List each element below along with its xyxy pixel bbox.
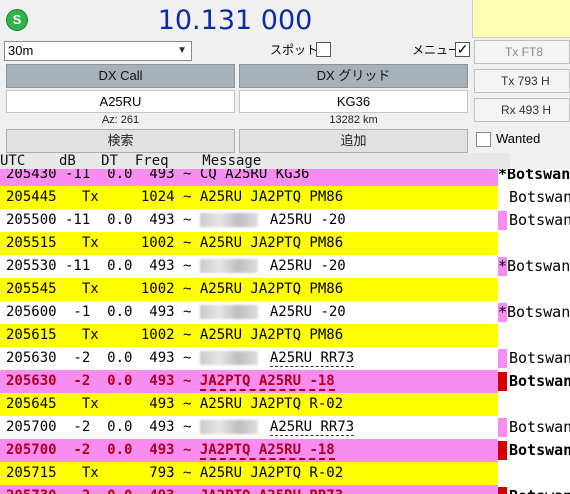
- decode-text: 205600 -1 0.0 493 ~: [6, 304, 200, 320]
- decode-message: 205715 Tx 793 ~ A25RU JA2PTQ R-02: [0, 462, 498, 485]
- decode-text-tail: A25RU -20: [269, 258, 346, 274]
- decode-country: Botswana: [509, 418, 570, 436]
- decode-country: Botswana: [509, 485, 570, 494]
- lookup-button[interactable]: 検索: [6, 129, 235, 153]
- decode-row[interactable]: 205630 -2 0.0 493 ~ JA2PTQ A25RU -18 Bots…: [0, 370, 570, 393]
- decode-message: 205630 -2 0.0 493 ~ A25RU RR73: [0, 347, 498, 370]
- status-marker: [498, 372, 507, 391]
- decode-row[interactable]: 205630 -2 0.0 493 ~ A25RU RR73 Botswana: [0, 347, 570, 370]
- status-marker: [498, 441, 507, 460]
- decode-text: 205700 -2 0.0 493 ~: [6, 419, 200, 435]
- decode-text: 205545 Tx 1002 ~ A25RU JA2PTQ PM86: [6, 281, 344, 297]
- status-marker: [498, 211, 507, 230]
- decode-text-tail: A25RU -20: [269, 212, 346, 228]
- decode-message: 205730 -2 0.0 493 ~ JA2PTQ A25RU RR73: [0, 485, 498, 494]
- decode-text: 205445 Tx 1024 ~ A25RU JA2PTQ PM86: [6, 189, 344, 205]
- decode-country: Botswana: [509, 372, 570, 390]
- redacted-callsign: [199, 259, 258, 273]
- decode-row[interactable]: 205430 -11 0.0 493 ~ CQ A25RU KG36 *Botsw…: [0, 169, 570, 186]
- wanted-label: Wanted: [496, 131, 541, 146]
- menu-checkbox[interactable]: ✓: [455, 42, 470, 57]
- menu-label: メニュー: [412, 43, 461, 57]
- decode-text: 205430 -11 0.0 493 ~ CQ A25RU KG36: [6, 169, 310, 182]
- decode-message: 205700 -2 0.0 493 ~ JA2PTQ A25RU -18: [0, 439, 498, 462]
- add-button[interactable]: 追加: [239, 129, 468, 153]
- decode-message: 205645 Tx 493 ~ A25RU JA2PTQ R-02: [0, 393, 498, 416]
- dx-grid-button[interactable]: DX グリッド: [239, 64, 468, 88]
- spot-label: スポット: [270, 43, 319, 57]
- decode-row[interactable]: 205645 Tx 493 ~ A25RU JA2PTQ R-02: [0, 393, 570, 416]
- status-marker: [498, 349, 507, 368]
- wanted-checkbox[interactable]: [476, 132, 491, 147]
- decode-row[interactable]: 205445 Tx 1024 ~ A25RU JA2PTQ PM86 Botswa…: [0, 186, 570, 209]
- distance-label: 13282 km: [329, 114, 378, 126]
- decode-message: 205630 -2 0.0 493 ~ JA2PTQ A25RU -18: [0, 370, 498, 393]
- decode-country: Botswana: [509, 349, 570, 367]
- dx-call-button[interactable]: DX Call: [6, 64, 235, 88]
- decode-row[interactable]: 205530 -11 0.0 493 ~ A25RU -20*Botswana: [0, 255, 570, 278]
- decode-text: 205630 -2 0.0 493 ~ JA2PTQ A25RU -18: [6, 373, 335, 391]
- decode-text-tail: A25RU -20: [269, 304, 346, 320]
- decode-country: Botswana: [509, 211, 570, 229]
- decode-message: 205615 Tx 1002 ~ A25RU JA2PTQ PM86: [0, 324, 498, 347]
- decode-country: *Botswana: [498, 303, 570, 321]
- decode-country: Botswana: [509, 188, 570, 206]
- decode-text: 205630 -2 0.0 493 ~: [6, 350, 200, 366]
- status-marker: [498, 487, 507, 494]
- decode-message: 205500 -11 0.0 493 ~ A25RU -20: [0, 209, 498, 232]
- decode-country: *Botswana: [498, 257, 570, 275]
- decode-message: 205445 Tx 1024 ~ A25RU JA2PTQ PM86: [0, 186, 498, 209]
- decode-row[interactable]: 205700 -2 0.0 493 ~ JA2PTQ A25RU -18 Bots…: [0, 439, 570, 462]
- decode-row[interactable]: 205545 Tx 1002 ~ A25RU JA2PTQ PM86: [0, 278, 570, 301]
- dx-grid-field[interactable]: KG36: [239, 90, 468, 113]
- decode-message: 205515 Tx 1002 ~ A25RU JA2PTQ PM86: [0, 232, 498, 255]
- decode-text: 205500 -11 0.0 493 ~: [6, 212, 200, 228]
- decode-row[interactable]: 205730 -2 0.0 493 ~ JA2PTQ A25RU RR73 Bot…: [0, 485, 570, 494]
- rx-frequency-field[interactable]: Rx 493 H: [474, 98, 570, 122]
- decode-row[interactable]: 205600 -1 0.0 493 ~ A25RU -20*Botswana: [0, 301, 570, 324]
- decode-message: 205545 Tx 1002 ~ A25RU JA2PTQ PM86: [0, 278, 498, 301]
- decode-row[interactable]: 205715 Tx 793 ~ A25RU JA2PTQ R-02: [0, 462, 570, 485]
- decode-row[interactable]: 205515 Tx 1002 ~ A25RU JA2PTQ PM86: [0, 232, 570, 255]
- decode-country: *Botswana: [498, 169, 570, 183]
- decode-text-tail: A25RU RR73: [269, 350, 355, 367]
- band-value: 30m: [8, 43, 34, 58]
- decode-message: 205600 -1 0.0 493 ~ A25RU -20: [0, 301, 498, 324]
- tx-frequency-field[interactable]: Tx 793 H: [474, 69, 570, 93]
- redacted-callsign: [199, 213, 258, 227]
- azimuth-label: Az: 261: [101, 114, 140, 126]
- decode-text: 205530 -11 0.0 493 ~: [6, 258, 200, 274]
- decode-row[interactable]: 205500 -11 0.0 493 ~ A25RU -20 Botswana: [0, 209, 570, 232]
- band-select[interactable]: 30m ▼: [4, 41, 192, 61]
- decode-message: 205700 -2 0.0 493 ~ A25RU RR73: [0, 416, 498, 439]
- decode-message: 205530 -11 0.0 493 ~ A25RU -20: [0, 255, 498, 278]
- decode-row[interactable]: 205615 Tx 1002 ~ A25RU JA2PTQ PM86: [0, 324, 570, 347]
- frequency-display: 10.131 000: [157, 5, 313, 36]
- status-icon[interactable]: S: [6, 9, 28, 31]
- redacted-callsign: [199, 305, 258, 319]
- decode-header: UTC dB DT Freq Message: [0, 153, 510, 169]
- decode-row[interactable]: 205700 -2 0.0 493 ~ A25RU RR73 Botswana: [0, 416, 570, 439]
- decode-text: 205645 Tx 493 ~ A25RU JA2PTQ R-02: [6, 396, 344, 412]
- decode-text-tail: A25RU RR73: [269, 419, 355, 436]
- decode-country: Botswana: [509, 441, 570, 459]
- decode-text: 205715 Tx 793 ~ A25RU JA2PTQ R-02: [6, 465, 344, 481]
- chevron-down-icon: ▼: [177, 45, 187, 56]
- decode-text: 205730 -2 0.0 493 ~ JA2PTQ A25RU RR73: [6, 488, 344, 494]
- decode-text: 205615 Tx 1002 ~ A25RU JA2PTQ PM86: [6, 327, 344, 343]
- tx-status-box: [472, 0, 570, 38]
- decode-text: 205515 Tx 1002 ~ A25RU JA2PTQ PM86: [6, 235, 344, 251]
- spot-checkbox[interactable]: [316, 42, 331, 57]
- decode-text: 205700 -2 0.0 493 ~ JA2PTQ A25RU -18: [6, 442, 335, 460]
- redacted-callsign: [199, 420, 258, 434]
- tx-mode-button[interactable]: Tx FT8: [474, 40, 570, 64]
- status-marker: [498, 418, 507, 437]
- decode-list[interactable]: 205430 -11 0.0 493 ~ CQ A25RU KG36 *Botsw…: [0, 169, 570, 494]
- dx-call-field[interactable]: A25RU: [6, 90, 235, 113]
- redacted-callsign: [199, 351, 258, 365]
- decode-message: 205430 -11 0.0 493 ~ CQ A25RU KG36: [0, 169, 498, 186]
